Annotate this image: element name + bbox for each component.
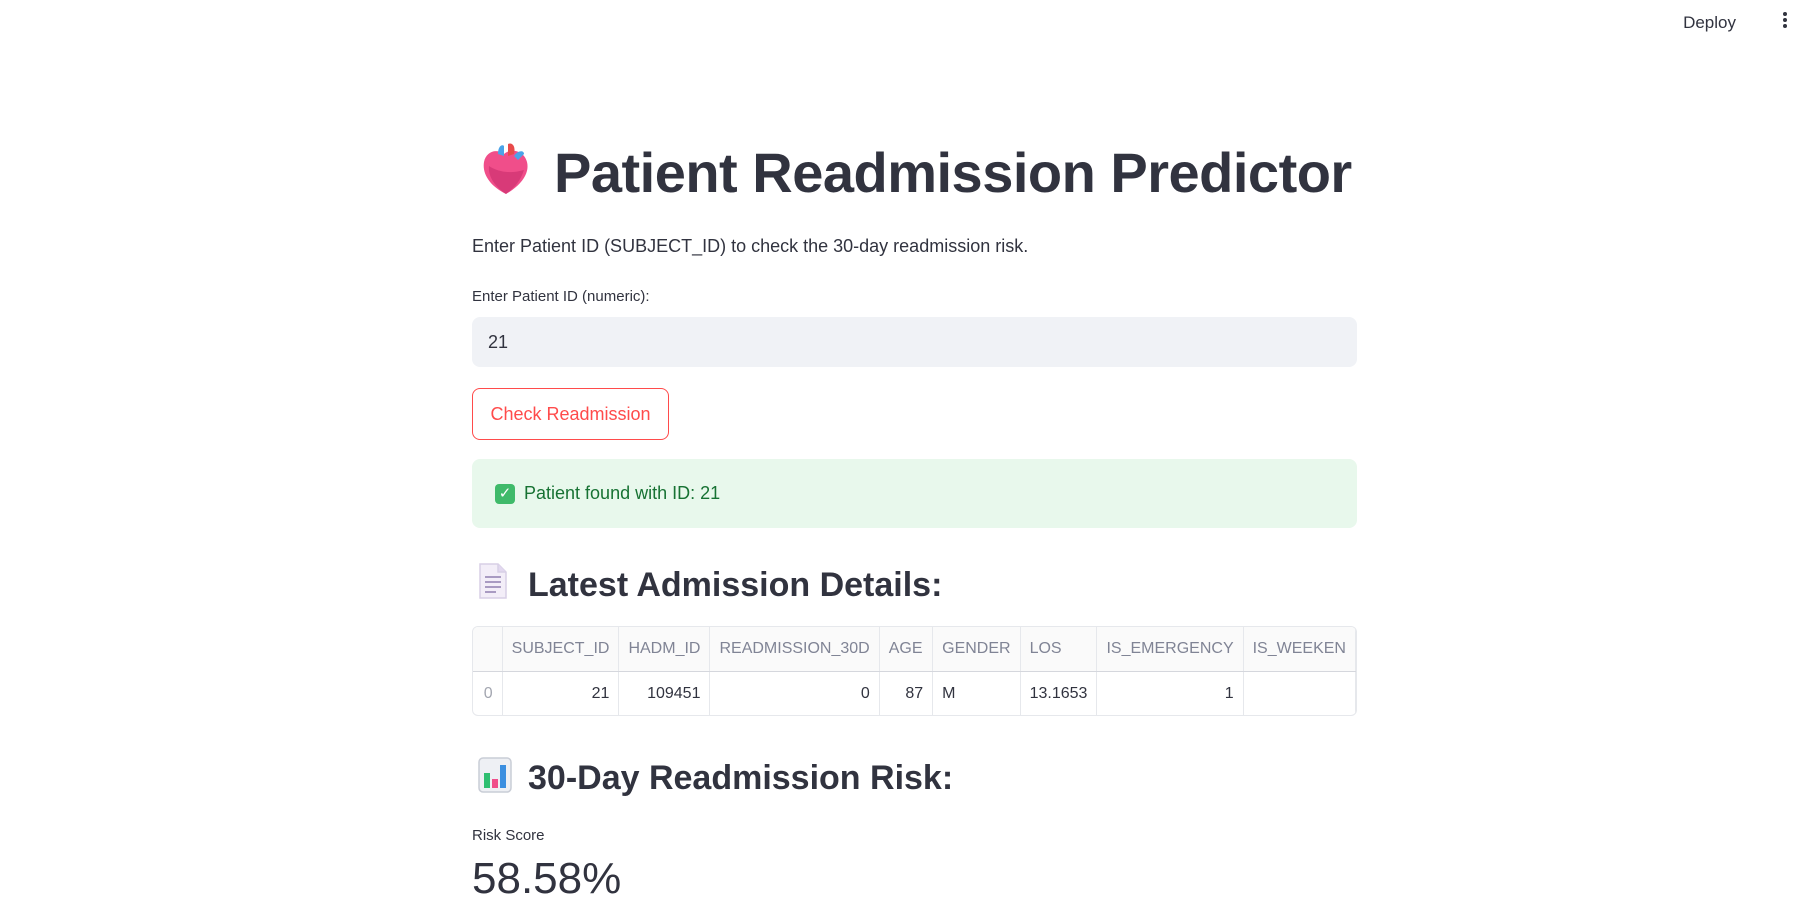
page-facing-up-icon — [478, 562, 512, 609]
table-cell[interactable]: M — [932, 671, 1021, 715]
table-row: 0 21 109451 0 87 M 13.1653 1 — [473, 671, 1356, 715]
patient-id-label: Enter Patient ID (numeric): — [472, 288, 650, 305]
table-cell[interactable]: 13.1653 — [1020, 671, 1098, 715]
risk-heading-text: 30-Day Readmission Risk: — [528, 759, 954, 797]
column-header[interactable] — [473, 627, 503, 672]
patient-id-value: 21 — [488, 331, 509, 352]
column-header[interactable]: LOS — [1020, 627, 1098, 672]
admission-heading-text: Latest Admission Details: — [528, 566, 943, 604]
table-cell[interactable]: 0 — [473, 671, 503, 715]
success-alert-text: Patient found with ID: 21 — [524, 483, 721, 503]
risk-score-label: Risk Score — [472, 827, 545, 844]
bar-chart-icon — [478, 757, 512, 802]
app-header: Deploy — [0, 0, 1820, 48]
check-mark-button-icon: ✓ — [495, 483, 515, 504]
column-header[interactable]: READMISSION_30D — [709, 627, 880, 672]
deploy-button[interactable]: Deploy — [1677, 9, 1742, 37]
admission-heading: Latest Admission Details: — [478, 562, 942, 609]
table-cell[interactable]: 1 — [1096, 671, 1244, 715]
table-cell[interactable]: 87 — [879, 671, 934, 715]
table-cell[interactable]: 21 — [502, 671, 620, 715]
column-header[interactable]: HADM_ID — [618, 627, 711, 672]
table-cell[interactable]: 109451 — [618, 671, 711, 715]
kebab-menu-icon[interactable] — [1778, 10, 1792, 34]
column-header[interactable]: SUBJECT_ID — [502, 627, 620, 672]
column-header[interactable]: AGE — [879, 627, 934, 672]
check-readmission-button[interactable]: Check Readmission — [472, 388, 669, 440]
patient-id-input[interactable]: 21 — [472, 317, 1357, 367]
column-header[interactable]: IS_EMERGENCY — [1096, 627, 1244, 672]
anatomical-heart-icon — [480, 142, 532, 211]
table-cell[interactable] — [1243, 671, 1356, 715]
page-title-text: Patient Readmission Predictor — [554, 141, 1352, 204]
column-header[interactable]: IS_WEEKEN — [1243, 627, 1356, 672]
admission-table[interactable]: SUBJECT_ID HADM_ID READMISSION_30D AGE G… — [472, 626, 1357, 716]
page-subtitle: Enter Patient ID (SUBJECT_ID) to check t… — [472, 236, 1029, 256]
risk-score-value: 58.58% — [472, 854, 622, 903]
page-title: Patient Readmission Predictor — [480, 140, 1352, 211]
success-alert: ✓ Patient found with ID: 21 — [472, 459, 1357, 528]
column-header[interactable]: GENDER — [932, 627, 1021, 672]
table-cell[interactable]: 0 — [709, 671, 880, 715]
risk-heading: 30-Day Readmission Risk: — [478, 757, 953, 802]
table-header-row: SUBJECT_ID HADM_ID READMISSION_30D AGE G… — [473, 627, 1356, 672]
